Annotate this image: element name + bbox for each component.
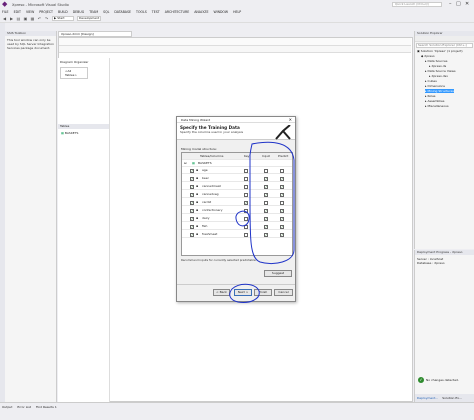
pen-circle-input-predict bbox=[249, 141, 295, 264]
pen-annotation-overlay bbox=[229, 141, 295, 303]
pen-circle-next bbox=[229, 283, 260, 303]
pen-circle-key bbox=[235, 210, 250, 227]
